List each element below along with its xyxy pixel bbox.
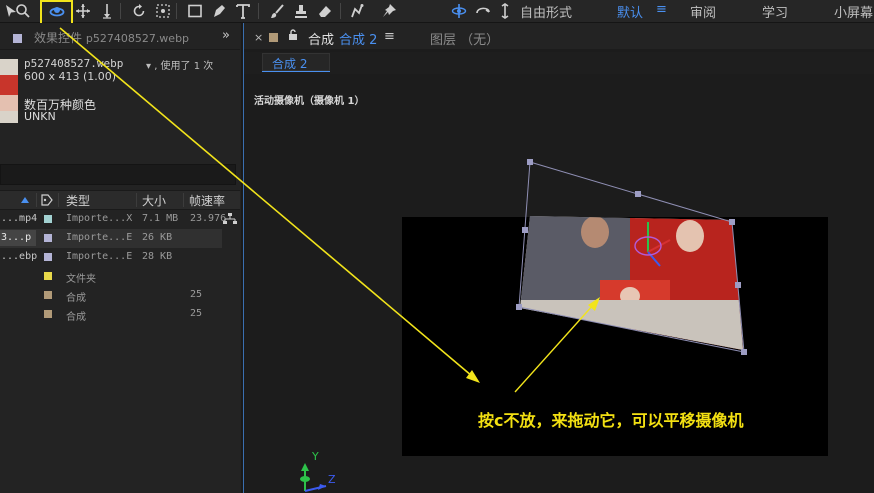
layer-image[interactable] [515, 210, 750, 355]
tutorial-annotation: 按c不放，来拖动它，可以平移摄像机 [478, 411, 744, 430]
axis-z-label: Z [328, 473, 336, 486]
axis-y-label: Y [312, 450, 319, 463]
